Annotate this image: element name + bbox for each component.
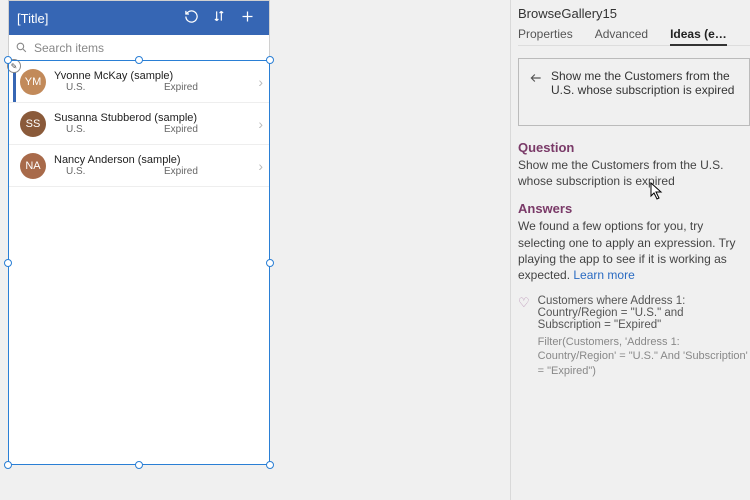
back-arrow-icon[interactable] <box>529 71 543 85</box>
answers-heading: Answers <box>518 201 750 216</box>
question-heading: Question <box>518 140 750 155</box>
answer-formula: Filter(Customers, 'Address 1: Country/Re… <box>538 335 750 378</box>
search-icon <box>15 41 28 54</box>
answers-body: We found a few options for you, try sele… <box>518 218 750 283</box>
tab-properties[interactable]: Properties <box>518 27 573 41</box>
lightbulb-icon: ♡ <box>518 295 530 378</box>
tab-ideas[interactable]: Ideas (e… <box>670 27 727 46</box>
selection-overlay <box>8 60 270 465</box>
ideas-question-input[interactable]: Show me the Customers from the U.S. whos… <box>518 58 750 126</box>
tab-advanced[interactable]: Advanced <box>595 27 648 41</box>
answer-option[interactable]: ♡ Customers where Address 1: Country/Reg… <box>518 295 750 378</box>
answer-title: Customers where Address 1: Country/Regio… <box>538 295 750 331</box>
search-input[interactable]: Search items <box>9 35 269 61</box>
panel-tabs: Properties Advanced Ideas (e… <box>518 27 750 46</box>
control-name: BrowseGallery15 <box>518 6 750 21</box>
properties-panel: BrowseGallery15 Properties Advanced Idea… <box>518 6 750 378</box>
add-icon[interactable] <box>233 9 261 28</box>
search-placeholder: Search items <box>34 41 104 55</box>
question-echo: Show me the Customers from the U.S. whos… <box>518 157 750 189</box>
question-text: Show me the Customers from the U.S. whos… <box>551 69 739 97</box>
panel-divider <box>510 0 511 500</box>
app-header: [Title] <box>9 1 269 35</box>
refresh-icon[interactable] <box>177 9 205 28</box>
sort-icon[interactable] <box>205 9 233 27</box>
learn-more-link[interactable]: Learn more <box>573 268 634 282</box>
app-title[interactable]: [Title] <box>17 11 177 26</box>
